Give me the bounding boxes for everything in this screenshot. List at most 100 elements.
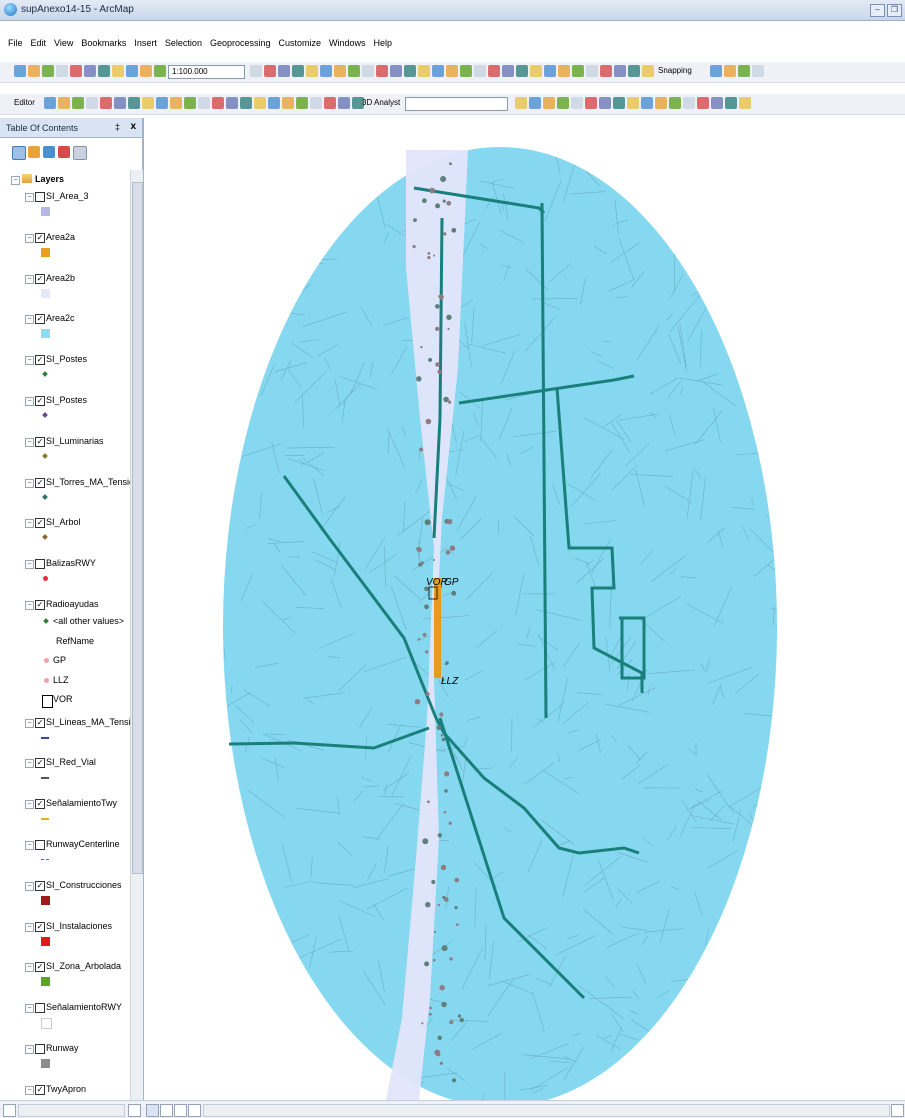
standard-tool-icon-26[interactable] <box>460 65 472 77</box>
standard-tool-icon-33[interactable] <box>558 65 570 77</box>
toc-scroll-thumb[interactable] <box>132 182 143 874</box>
editor-tool-icon-27[interactable] <box>571 97 583 109</box>
standard-tool-icon-41[interactable] <box>724 65 736 77</box>
layer-visibility-checkbox[interactable]: ✓ <box>35 1084 45 1095</box>
layer-visibility-checkbox[interactable]: ✓ <box>35 314 45 325</box>
toc-layer-si-postes[interactable]: − ✓ SI_Postes <box>0 353 130 367</box>
standard-tool-icon-4[interactable] <box>70 65 82 77</box>
map-scroll-right-button[interactable] <box>891 1104 904 1117</box>
editor-tool-icon-4[interactable] <box>100 97 112 109</box>
collapse-icon[interactable]: − <box>25 519 34 529</box>
editor-tool-icon-36[interactable] <box>697 97 709 109</box>
toc-layer-si-luminarias[interactable]: − ✓ SI_Luminarias <box>0 435 130 449</box>
scroll-right-button[interactable] <box>128 1104 141 1117</box>
collapse-icon[interactable]: − <box>25 840 34 850</box>
editor-tool-icon-34[interactable] <box>669 97 681 109</box>
toc-layer-si-red-vial[interactable]: − ✓ SI_Red_Vial <box>0 756 130 770</box>
editor-tool-icon-24[interactable] <box>529 97 541 109</box>
menu-edit[interactable]: Edit <box>31 38 47 48</box>
standard-tool-icon-36[interactable] <box>600 65 612 77</box>
toc-layer-runwaycenterline[interactable]: − RunwayCenterline <box>0 838 130 852</box>
map-view[interactable]: VOR GP LLZ <box>143 118 905 1107</box>
standard-tool-icon-21[interactable] <box>390 65 402 77</box>
layer-visibility-checkbox[interactable]: ✓ <box>35 880 45 891</box>
menu-file[interactable]: File <box>8 38 23 48</box>
collapse-icon[interactable]: − <box>25 560 34 570</box>
collapse-icon[interactable]: − <box>25 922 34 932</box>
layer-visibility-checkbox[interactable]: ✓ <box>35 355 45 366</box>
standard-tool-icon-37[interactable] <box>614 65 626 77</box>
standard-tool-icon-16[interactable] <box>320 65 332 77</box>
editor-tool-icon-38[interactable] <box>725 97 737 109</box>
layer-visibility-checkbox[interactable]: ✓ <box>35 758 45 769</box>
layer-visibility-checkbox[interactable]: ✓ <box>35 273 45 284</box>
options-icon[interactable] <box>73 146 87 160</box>
standard-tool-icon-20[interactable] <box>376 65 388 77</box>
scale-input[interactable]: 1:100.000 <box>168 65 245 79</box>
layer-dropdown[interactable] <box>405 97 508 111</box>
standard-tool-icon-14[interactable] <box>292 65 304 77</box>
standard-tool-icon-39[interactable] <box>642 65 654 77</box>
standard-tool-icon-31[interactable] <box>530 65 542 77</box>
toc-layer-twyapron[interactable]: − ✓ TwyApron <box>0 1083 130 1097</box>
scroll-left-button[interactable] <box>3 1104 16 1117</box>
pause-drawing-button[interactable] <box>188 1104 201 1117</box>
editor-tool-icon-20[interactable] <box>324 97 336 109</box>
layer-visibility-checkbox[interactable]: ✓ <box>35 921 45 932</box>
editor-tool-icon-13[interactable] <box>226 97 238 109</box>
editor-tool-icon-37[interactable] <box>711 97 723 109</box>
refresh-button[interactable] <box>174 1104 187 1117</box>
toc-root-layers[interactable]: − Layers <box>0 173 130 187</box>
menu-help[interactable]: Help <box>374 38 393 48</box>
standard-tool-icon-9[interactable] <box>140 65 152 77</box>
editor-tool-icon-5[interactable] <box>114 97 126 109</box>
toc-scrollbar[interactable] <box>130 170 143 1115</box>
editor-tool-icon-10[interactable] <box>184 97 196 109</box>
collapse-icon[interactable]: − <box>25 718 34 728</box>
collapse-icon[interactable]: − <box>25 193 34 202</box>
editor-tool-icon-17[interactable] <box>282 97 294 109</box>
standard-tool-icon-15[interactable] <box>306 65 318 77</box>
editor-tool-icon-21[interactable] <box>338 97 350 109</box>
editor-tool-icon-7[interactable] <box>142 97 154 109</box>
editor-tool-icon-12[interactable] <box>212 97 224 109</box>
standard-tool-icon-22[interactable] <box>404 65 416 77</box>
editor-tool-icon-35[interactable] <box>683 97 695 109</box>
collapse-icon[interactable]: − <box>11 176 20 185</box>
editor-tool-icon-19[interactable] <box>310 97 322 109</box>
menu-bookmarks[interactable]: Bookmarks <box>81 38 126 48</box>
toc-layer-area2b[interactable]: − ✓ Area2b <box>0 272 130 286</box>
layer-visibility-checkbox[interactable]: ✓ <box>35 436 45 447</box>
standard-tool-icon-8[interactable] <box>126 65 138 77</box>
toc-layer-si-arbol[interactable]: − ✓ SI_Arbol <box>0 516 130 530</box>
data-view-button[interactable] <box>146 1104 159 1117</box>
standard-tool-icon-12[interactable] <box>264 65 276 77</box>
standard-tool-icon-42[interactable] <box>738 65 750 77</box>
standard-tool-icon-35[interactable] <box>586 65 598 77</box>
list-by-selection-icon[interactable] <box>58 146 70 158</box>
collapse-icon[interactable]: − <box>25 963 34 973</box>
standard-tool-icon-5[interactable] <box>84 65 96 77</box>
standard-tool-icon-6[interactable] <box>98 65 110 77</box>
editor-tool-icon-32[interactable] <box>641 97 653 109</box>
editor-tool-icon-15[interactable] <box>254 97 266 109</box>
editor-tool-icon-6[interactable] <box>128 97 140 109</box>
collapse-icon[interactable]: − <box>25 233 34 243</box>
standard-tool-icon-2[interactable] <box>42 65 54 77</box>
collapse-icon[interactable]: − <box>25 356 34 366</box>
standard-tool-icon-23[interactable] <box>418 65 430 77</box>
list-by-visibility-icon[interactable] <box>43 146 55 158</box>
restore-button[interactable]: ❐ <box>887 4 902 17</box>
editor-label[interactable]: Editor <box>14 98 35 107</box>
collapse-icon[interactable]: − <box>25 1044 34 1054</box>
layer-visibility-checkbox[interactable] <box>35 1043 45 1054</box>
editor-tool-icon-9[interactable] <box>170 97 182 109</box>
toc-layer-si-postes[interactable]: − ✓ SI_Postes <box>0 394 130 408</box>
collapse-icon[interactable]: − <box>25 1085 34 1095</box>
collapse-icon[interactable]: − <box>25 1004 34 1014</box>
layer-visibility-checkbox[interactable]: ✓ <box>35 518 45 529</box>
layer-visibility-checkbox[interactable]: ✓ <box>35 232 45 243</box>
standard-tool-icon-32[interactable] <box>544 65 556 77</box>
toc-layer-si-lineas-ma-tension[interactable]: −✓SI_Lineas_MA_Tension <box>0 716 130 730</box>
standard-tool-icon-43[interactable] <box>752 65 764 77</box>
